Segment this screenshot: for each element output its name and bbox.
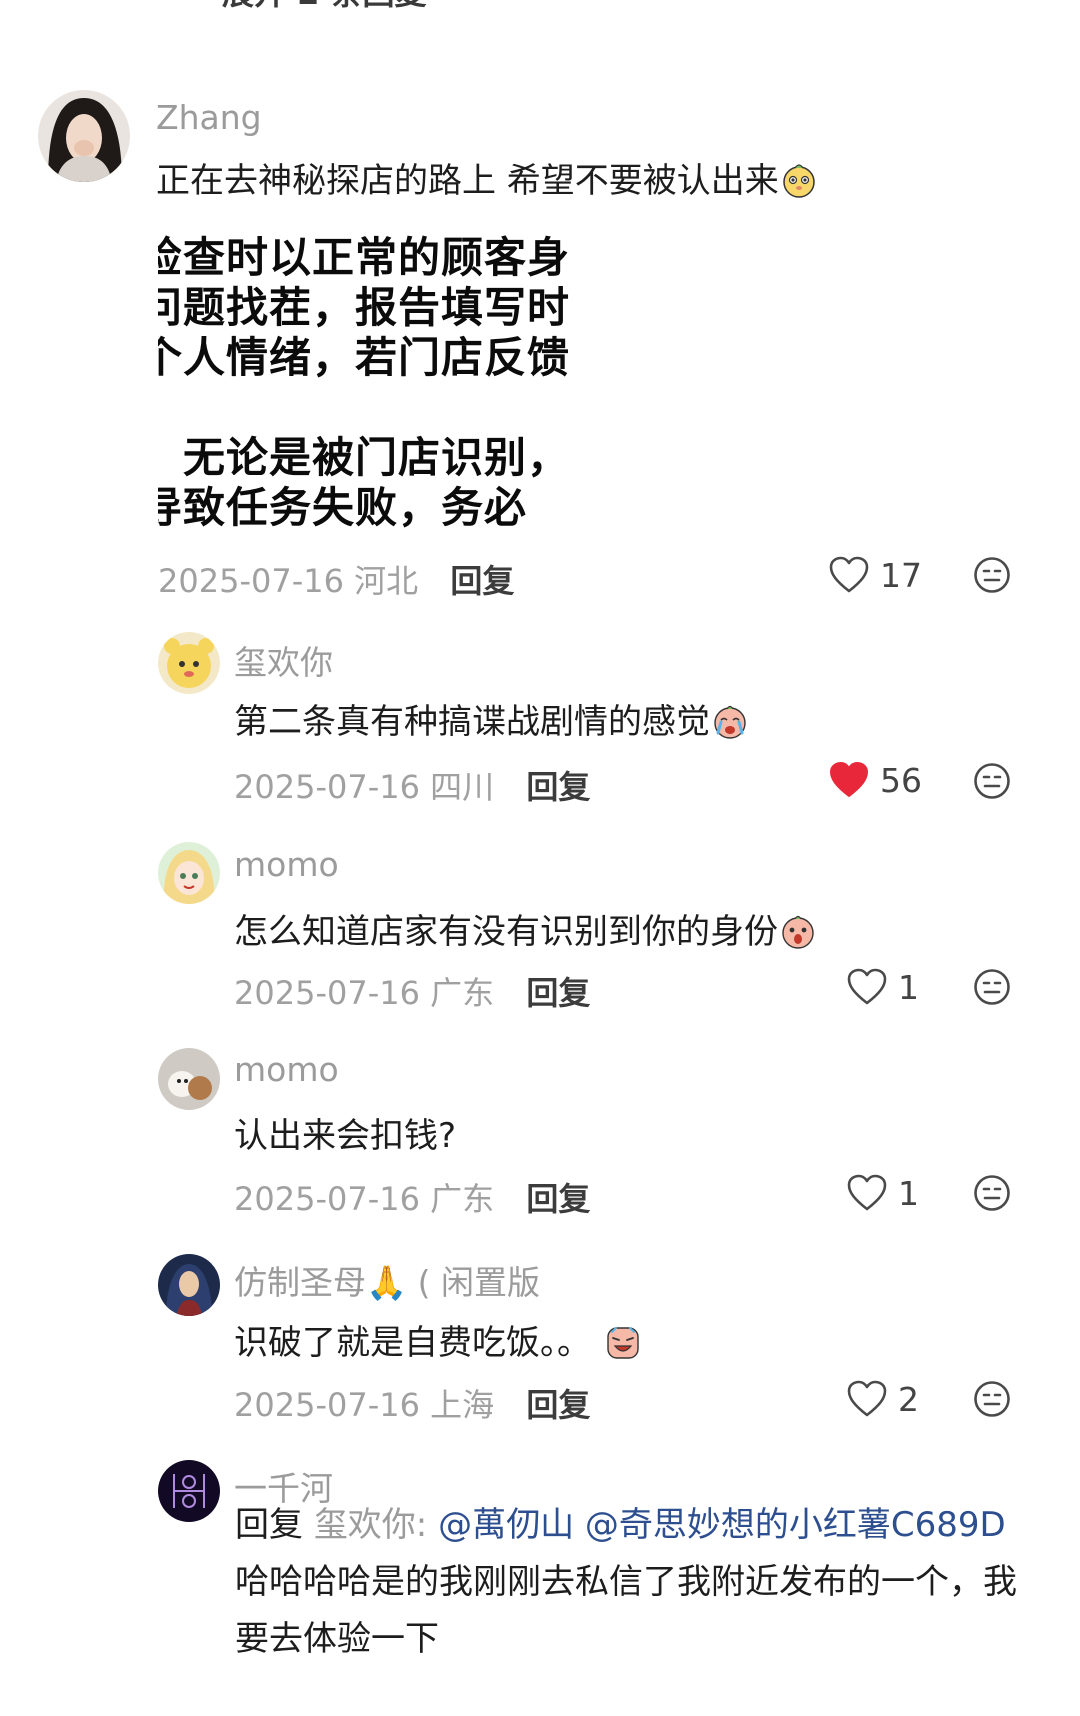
comment-text: 怎么知道店家有没有识别到你的身份 [234,904,816,953]
comment-date: 2025-07-16 [234,768,420,806]
username[interactable]: 玺欢你 [234,636,333,684]
neutral-face-icon [974,763,1010,799]
dislike-button[interactable] [973,1174,1011,1212]
expand-replies-link[interactable]: 展开 2 条回复 [222,0,427,14]
attachment-text-line: 个人情绪，若门店反馈 [158,333,571,382]
mention-link[interactable]: @奇思妙想的小红薯C689D [585,1505,1006,1545]
comment-location: 四川 [430,768,495,806]
heart-filled-icon [828,760,870,800]
comment-text: 第二条真有种搞谍战剧情的感觉 [234,694,748,743]
comment-text-body: 识破了就是自费吃饭。。 [234,1323,591,1363]
comment-text-body: 怎么知道店家有没有识别到你的身份 [234,912,778,952]
comment-image-attachment[interactable]: 检查时以正常的顾客身 问题找茬，报告填写时 个人情绪，若门店反馈 ，无论是被门店… [158,222,574,538]
comment-text: 认出来会扣钱? [234,1108,456,1157]
shocked-face-emoji [780,913,816,949]
reply-to-username[interactable]: 玺欢你: [314,1505,427,1545]
like-count: 56 [880,760,922,800]
dislike-button[interactable] [973,968,1011,1006]
reply-button[interactable]: 回复 [526,974,590,1012]
comment-meta: 2025-07-16 广东 回复 [234,1174,590,1220]
heart-outline-icon [846,1173,888,1213]
comment-date: 2025-07-16 [234,1180,420,1218]
comment-meta: 2025-07-16 广东 回复 [234,968,590,1014]
like-button[interactable]: 1 [846,1171,919,1215]
reply-button[interactable]: 回复 [526,1180,590,1218]
screaming-face-emoji [605,1324,641,1360]
username[interactable]: momo [234,845,339,884]
neutral-face-icon [974,557,1010,593]
dislike-button[interactable] [973,556,1011,594]
avatar[interactable] [38,90,130,182]
attachment-text-line: 导致任务失败，务必 [158,483,528,532]
neutral-face-icon [974,1381,1010,1417]
comment-text: 正在去神秘探店的路上 希望不要被认出来 [156,153,817,202]
comment-location: 河北 [354,562,419,600]
reply-button[interactable]: 回复 [450,562,514,600]
avatar[interactable] [158,1048,220,1110]
comment-date: 2025-07-16 [158,562,344,600]
avatar[interactable] [158,1460,220,1522]
like-count: 1 [898,967,919,1007]
comment-meta: 2025-07-16 四川 回复 [234,762,590,808]
comment-text-body: 认出来会扣钱? [234,1116,457,1156]
comment-text-body: 正在去神秘探店的路上 希望不要被认出来 [156,161,779,201]
like-count: 2 [898,1379,919,1419]
like-button[interactable]: 1 [846,965,919,1009]
crying-face-emoji [712,703,748,739]
like-count: 1 [898,1173,919,1213]
mention-link[interactable]: @萬仞山 [438,1505,574,1545]
like-count: 17 [880,555,922,595]
comment-text-body: 第二条真有种搞谍战剧情的感觉 [234,702,710,742]
avatar[interactable] [158,1254,220,1316]
reply-button[interactable]: 回复 [526,768,590,806]
avatar[interactable] [158,632,220,694]
comment-meta: 2025-07-16 上海 回复 [234,1380,590,1426]
heart-outline-icon [828,555,870,595]
comment-meta: 2025-07-16 河北 回复 [158,556,514,602]
like-button[interactable]: 56 [828,758,922,802]
username[interactable]: momo [234,1050,339,1089]
comment-text-body: 哈哈哈哈是的我刚刚去私信了我附近发布的一个，我要去体验一下 [235,1562,1017,1659]
comment-location: 广东 [430,1180,495,1218]
cute-face-emoji [781,162,817,198]
neutral-face-icon [974,1175,1010,1211]
comment-text: 回复 玺欢你: @萬仞山 @奇思妙想的小红薯C689D 哈哈哈哈是的我刚刚去私信… [235,1497,1035,1668]
neutral-face-icon [974,969,1010,1005]
heart-outline-icon [846,1379,888,1419]
comment-location: 上海 [430,1386,495,1424]
reply-button[interactable]: 回复 [526,1386,590,1424]
comment-text: 识破了就是自费吃饭。。 [234,1315,641,1364]
reply-prefix: 回复 [235,1505,303,1545]
dislike-button[interactable] [973,1380,1011,1418]
dislike-button[interactable] [973,762,1011,800]
comment-location: 广东 [430,974,495,1012]
comment-date: 2025-07-16 [234,1386,420,1424]
comment-date: 2025-07-16 [234,974,420,1012]
heart-outline-icon [846,967,888,1007]
username[interactable]: 仿制圣母🙏 ( 闲置版 [234,1256,540,1304]
username[interactable]: Zhang [156,98,262,137]
like-button[interactable]: 2 [846,1377,919,1421]
like-button[interactable]: 17 [828,553,922,597]
avatar[interactable] [158,842,220,904]
